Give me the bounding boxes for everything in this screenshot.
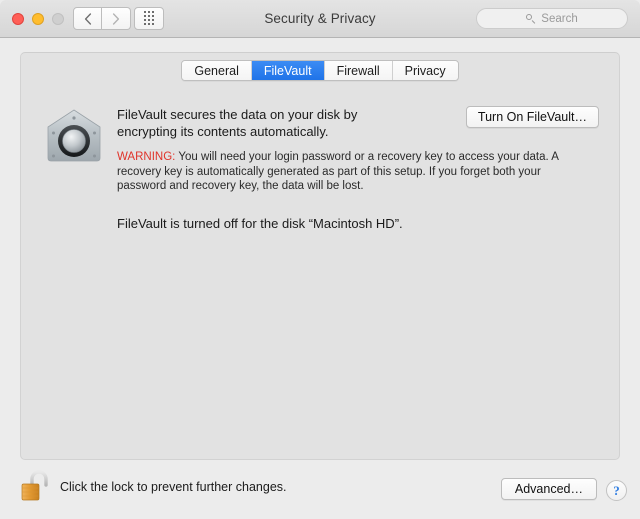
tab-firewall[interactable]: Firewall (324, 61, 393, 80)
tab-general[interactable]: General (182, 61, 252, 80)
warning-label: WARNING: (117, 151, 176, 163)
filevault-status: FileVault is turned off for the disk “Ma… (117, 216, 403, 231)
filevault-pane: FileVault secures the data on your disk … (21, 53, 619, 459)
lock-row: Click the lock to prevent further change… (18, 469, 287, 505)
help-button[interactable]: ? (606, 480, 627, 501)
lock-instruction-text: Click the lock to prevent further change… (60, 480, 287, 494)
content-panel: FileVault secures the data on your disk … (20, 52, 620, 460)
search-icon (526, 13, 536, 24)
filevault-vault-icon (43, 108, 105, 166)
filevault-description: FileVault secures the data on your disk … (117, 107, 358, 139)
tab-bar: General FileVault Firewall Privacy (0, 60, 640, 81)
advanced-button[interactable]: Advanced… (500, 478, 597, 500)
search-field[interactable]: Search (476, 8, 628, 29)
search-placeholder: Search (541, 12, 578, 25)
tab-filevault[interactable]: FileVault (251, 61, 325, 80)
tab-privacy[interactable]: Privacy (392, 61, 458, 80)
preferences-window: Security & Privacy Search FileVault secu… (0, 0, 640, 519)
warning-text: You will need your login password or a r… (117, 151, 559, 192)
turn-on-filevault-button[interactable]: Turn On FileVault… (465, 106, 599, 128)
window-toolbar: Security & Privacy Search (0, 0, 640, 38)
tabs-segmented-control: General FileVault Firewall Privacy (181, 60, 459, 81)
filevault-warning: WARNING: You will need your login passwo… (117, 150, 562, 194)
unlocked-padlock-icon[interactable] (18, 469, 50, 505)
